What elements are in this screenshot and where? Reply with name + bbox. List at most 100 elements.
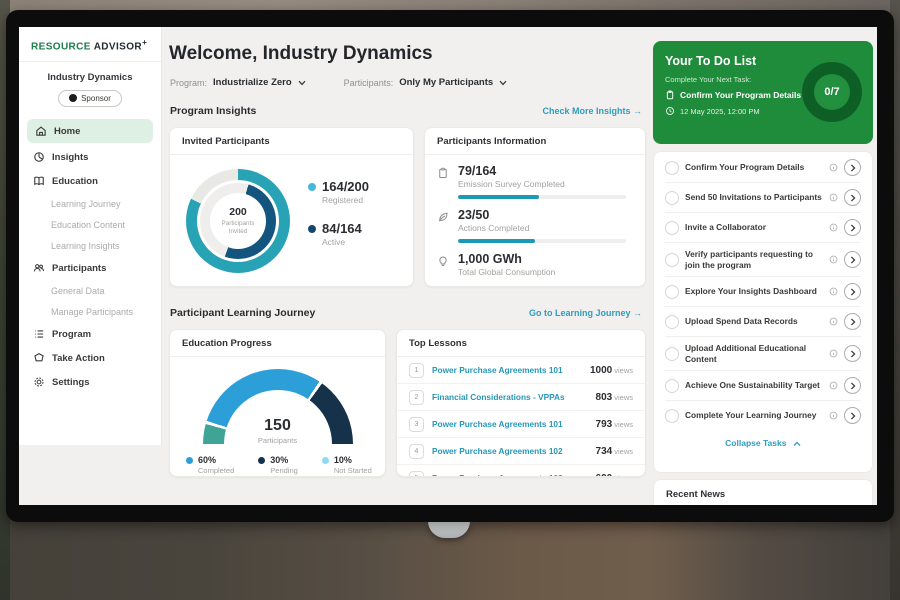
task-checkbox[interactable] xyxy=(665,221,679,235)
recent-news-card: Recent News xyxy=(653,479,873,505)
lesson-row: 3 Power Purchase Agreements 101 793views xyxy=(397,411,645,438)
task-checkbox[interactable] xyxy=(665,285,679,299)
lesson-link[interactable]: Financial Considerations - VPPAs xyxy=(432,392,588,402)
task-row: Upload Spend Data Records xyxy=(665,307,861,337)
chevron-right-icon[interactable] xyxy=(844,407,861,424)
sidebar-menu: Home Insights Education Learning Journey… xyxy=(19,119,161,394)
info-value: 1,000 GWh xyxy=(458,252,555,266)
sidebar-item-home[interactable]: Home xyxy=(27,119,153,143)
check-more-insights-link[interactable]: Check More Insights → xyxy=(542,106,642,116)
gauge-center-label: Participants xyxy=(203,436,353,445)
participants-filter-label: Participants: xyxy=(344,78,394,88)
info-label: Actions Completed xyxy=(458,223,626,233)
sidebar-item-settings[interactable]: Settings xyxy=(19,370,161,394)
sidebar-item-education-content[interactable]: Education Content xyxy=(19,214,161,235)
legend-label: Pending xyxy=(270,466,298,475)
chevron-right-icon[interactable] xyxy=(844,377,861,394)
sidebar-item-learning-insights[interactable]: Learning Insights xyxy=(19,235,161,256)
lesson-row: 2 Financial Considerations - VPPAs 803vi… xyxy=(397,384,645,411)
participants-filter[interactable]: Participants: Only My Participants xyxy=(344,77,508,88)
sponsor-label: Sponsor xyxy=(81,94,111,103)
take-action-icon xyxy=(33,352,45,364)
chevron-right-icon[interactable] xyxy=(844,313,861,330)
task-row: Explore Your Insights Dashboard xyxy=(665,277,861,307)
chevron-right-icon[interactable] xyxy=(844,283,861,300)
sidebar-item-participants[interactable]: Participants xyxy=(19,256,161,280)
brand-logo[interactable]: RESOURCE ADVISOR+ xyxy=(19,27,161,62)
task-checkbox[interactable] xyxy=(665,409,679,423)
task-row: Invite a Collaborator xyxy=(665,213,861,243)
info-label: Emission Survey Completed xyxy=(458,179,626,189)
lesson-row: 5 Power Purchase Agreements 103 600views xyxy=(397,465,645,477)
chevron-right-icon[interactable] xyxy=(844,219,861,236)
info-label: Total Global Consumption xyxy=(458,267,555,277)
sidebar-item-insights[interactable]: Insights xyxy=(19,145,161,169)
collapse-tasks-link[interactable]: Collapse Tasks xyxy=(665,430,861,454)
rank-badge: 1 xyxy=(409,363,424,378)
clock-icon xyxy=(665,106,675,116)
lesson-link[interactable]: Power Purchase Agreements 103 xyxy=(432,473,588,477)
task-checkbox[interactable] xyxy=(665,161,679,175)
sponsor-badge[interactable]: Sponsor xyxy=(58,90,122,107)
participants-information-card: Participants Information 79/164 Emission… xyxy=(424,127,646,287)
education-icon xyxy=(33,175,45,187)
views-count: 1000 xyxy=(590,365,612,376)
page-title: Welcome, Industry Dynamics xyxy=(169,43,433,65)
task-checkbox[interactable] xyxy=(665,347,679,361)
lesson-link[interactable]: Power Purchase Agreements 102 xyxy=(432,446,588,456)
chevron-right-icon[interactable] xyxy=(844,251,861,268)
legend-label: Not Started xyxy=(334,466,372,475)
info-icon[interactable] xyxy=(829,411,838,420)
arrow-right-icon: → xyxy=(633,106,642,116)
lesson-link[interactable]: Power Purchase Agreements 101 xyxy=(432,365,582,375)
todo-progress-value: 0/7 xyxy=(814,74,850,110)
leaf-icon xyxy=(437,211,449,243)
sidebar-item-general-data[interactable]: General Data xyxy=(19,280,161,301)
card-title: Invited Participants xyxy=(170,128,413,155)
task-label: Confirm Your Program Details xyxy=(685,162,823,173)
gauge-center: 150 Participants xyxy=(203,417,353,445)
task-checkbox[interactable] xyxy=(665,191,679,205)
scene: RESOURCE ADVISOR+ Industry Dynamics Spon… xyxy=(0,0,900,600)
info-icon[interactable] xyxy=(829,223,838,232)
task-checkbox[interactable] xyxy=(665,379,679,393)
sidebar-item-manage-participants[interactable]: Manage Participants xyxy=(19,301,161,322)
legend-label: Completed xyxy=(198,466,234,475)
sidebar-item-program[interactable]: Program xyxy=(19,322,161,346)
program-filter[interactable]: Program: Industrialize Zero xyxy=(170,77,306,88)
views-suffix: views xyxy=(614,420,633,429)
todo-next-task: Confirm Your Program Details xyxy=(680,90,801,100)
info-icon[interactable] xyxy=(829,193,838,202)
sidebar-item-label: Participants xyxy=(52,263,106,274)
participants-icon xyxy=(33,262,45,274)
info-icon[interactable] xyxy=(829,317,838,326)
info-value: 23/50 xyxy=(458,208,626,222)
info-icon[interactable] xyxy=(829,381,838,390)
task-label: Verify participants requesting to join t… xyxy=(685,249,823,270)
legend-item-active: 84/164 Active xyxy=(308,221,369,247)
todo-datetime: 12 May 2025, 12:00 PM xyxy=(680,107,760,116)
rank-badge: 4 xyxy=(409,444,424,459)
clipboard-icon xyxy=(437,167,449,199)
info-icon[interactable] xyxy=(829,287,838,296)
views-suffix: views xyxy=(614,393,633,402)
go-to-learning-journey-link[interactable]: Go to Learning Journey → xyxy=(529,308,642,318)
sidebar-item-learning-journey[interactable]: Learning Journey xyxy=(19,193,161,214)
chevron-right-icon[interactable] xyxy=(844,159,861,176)
sidebar-item-take-action[interactable]: Take Action xyxy=(19,346,161,370)
info-icon[interactable] xyxy=(829,255,838,264)
legend-item-completed: 60% Completed xyxy=(186,455,234,475)
legend-value: 164/200 xyxy=(322,179,369,194)
info-icon[interactable] xyxy=(829,163,838,172)
chevron-down-icon xyxy=(298,80,306,86)
info-icon[interactable] xyxy=(829,349,838,358)
task-checkbox[interactable] xyxy=(665,253,679,267)
task-checkbox[interactable] xyxy=(665,315,679,329)
legend-dot xyxy=(322,457,329,464)
sidebar-item-label: Program xyxy=(52,329,91,340)
task-label: Upload Spend Data Records xyxy=(685,316,823,327)
lesson-link[interactable]: Power Purchase Agreements 101 xyxy=(432,419,588,429)
sidebar-item-education[interactable]: Education xyxy=(19,169,161,193)
chevron-right-icon[interactable] xyxy=(844,345,861,362)
chevron-right-icon[interactable] xyxy=(844,189,861,206)
